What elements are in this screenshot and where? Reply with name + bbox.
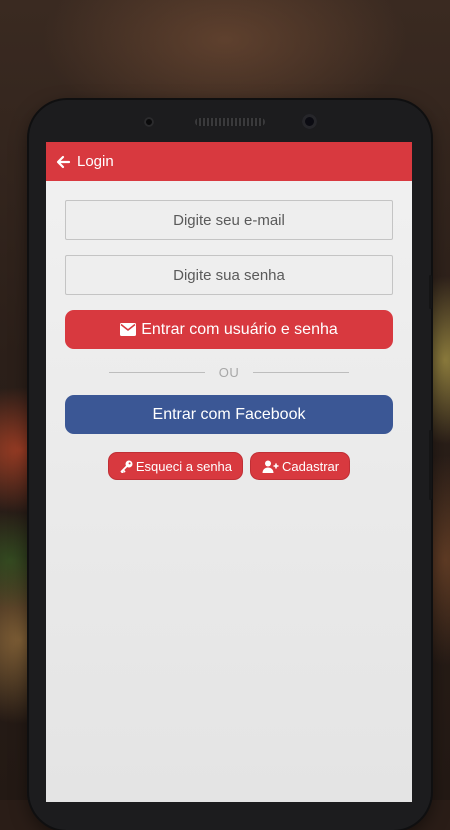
envelope-icon — [120, 323, 137, 336]
divider-line-right — [253, 371, 350, 373]
password-field[interactable] — [65, 255, 393, 295]
login-button-label: Entrar com usuário e senha — [141, 320, 338, 338]
forgot-password-label: Esqueci a senha — [135, 458, 233, 474]
secondary-actions: Esqueci a senha Cadastrar — [65, 452, 393, 480]
login-form: Entrar com usuário e senha OU Entrar com… — [46, 181, 412, 480]
front-camera — [302, 114, 317, 129]
app-bar: Login — [46, 142, 412, 181]
register-button[interactable]: Cadastrar — [250, 452, 351, 480]
login-button[interactable]: Entrar com usuário e senha — [65, 310, 393, 349]
earpiece-speaker — [195, 118, 265, 126]
divider-text: OU — [218, 364, 240, 380]
volume-button — [429, 275, 432, 309]
user-plus-icon — [262, 460, 279, 473]
facebook-login-button[interactable]: Entrar com Facebook — [65, 395, 393, 434]
facebook-button-label: Entrar com Facebook — [152, 405, 306, 423]
email-field[interactable] — [65, 200, 393, 240]
register-label: Cadastrar — [282, 458, 340, 474]
forgot-password-button[interactable]: Esqueci a senha — [107, 452, 244, 480]
page-title: Login — [77, 153, 114, 170]
power-button — [429, 430, 432, 500]
key-icon — [120, 460, 133, 473]
divider-line-left — [108, 371, 205, 373]
proximity-sensor — [144, 117, 154, 127]
arrow-left-icon[interactable] — [55, 154, 71, 170]
or-divider: OU — [65, 349, 393, 395]
app-screen: Login Entrar com usuário e senha OU Entr… — [46, 142, 412, 802]
